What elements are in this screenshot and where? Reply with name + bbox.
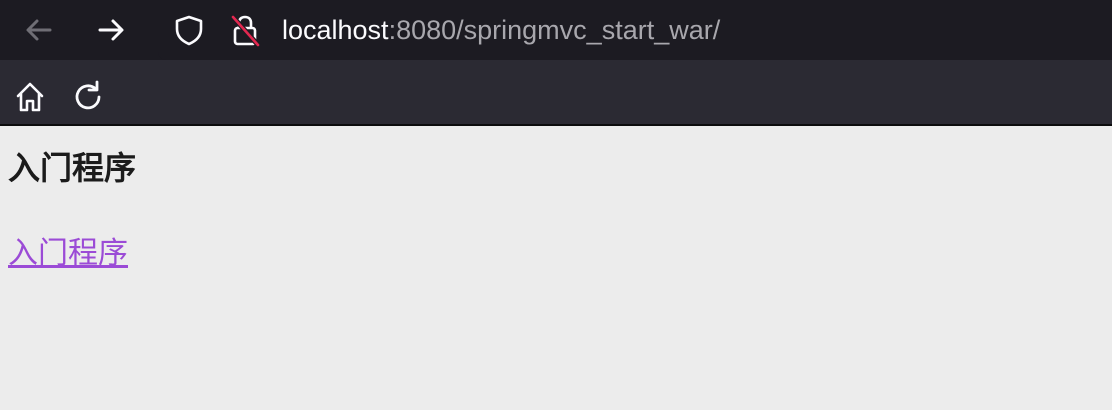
url-host: localhost (282, 15, 389, 45)
forward-button[interactable] (91, 10, 131, 50)
insecure-lock-icon[interactable] (228, 12, 262, 48)
url-text[interactable]: localhost:8080/springmvc_start_war/ (282, 12, 720, 48)
back-button[interactable] (19, 10, 59, 50)
shield-icon[interactable] (172, 13, 206, 47)
page-content: 入门程序 入门程序 (0, 126, 1112, 410)
reload-icon[interactable] (70, 79, 106, 115)
home-icon[interactable] (12, 79, 48, 115)
url-path: :8080/springmvc_start_war/ (388, 15, 721, 45)
entry-program-link[interactable]: 入门程序 (8, 234, 128, 274)
page-title: 入门程序 (8, 149, 137, 187)
bookmarks-toolbar (0, 60, 1112, 124)
browser-chrome: localhost:8080/springmvc_start_war/ (0, 0, 1112, 126)
arrow-left-icon (26, 19, 52, 41)
arrow-right-icon (98, 19, 124, 41)
